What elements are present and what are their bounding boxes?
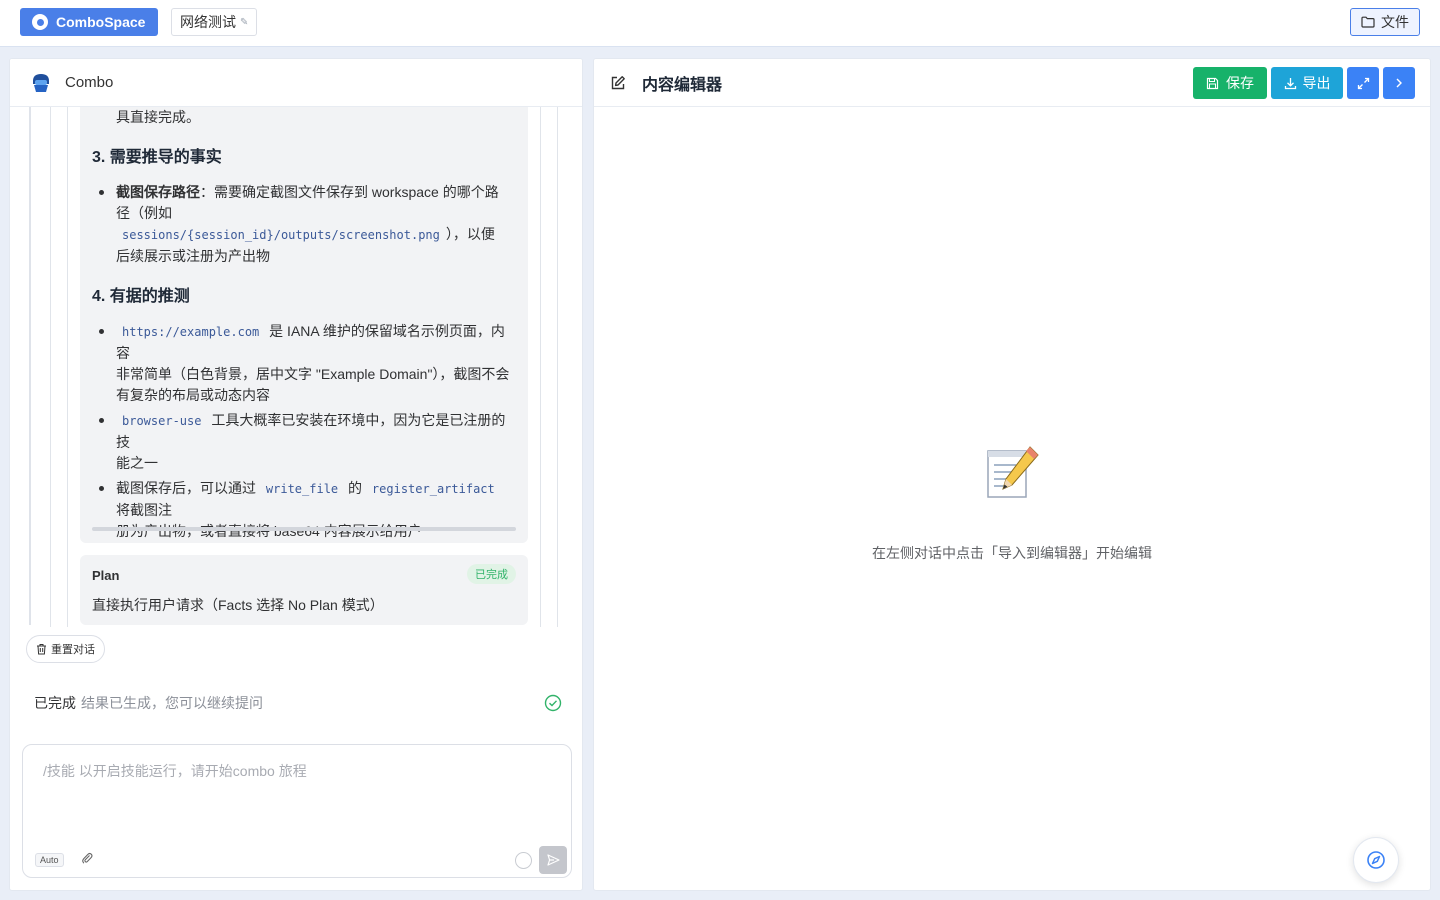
scroll-divider [92, 527, 516, 531]
send-icon [546, 854, 560, 866]
message-composer: Auto [22, 744, 572, 878]
reset-label: 重置对话 [51, 644, 95, 656]
save-label: 保存 [1226, 75, 1254, 91]
export-label: 导出 [1302, 75, 1331, 91]
workspace-brand-button[interactable]: ComboSpace [20, 8, 159, 36]
chat-messages[interactable]: 具直接完成。 3. 需要推导的事实 截图保存路径：需要确定截图文件保存到 wor… [10, 107, 582, 627]
brand-dot-icon [32, 14, 48, 30]
brand-label: ComboSpace [56, 14, 146, 30]
files-label: 文件 [1381, 14, 1409, 30]
send-button[interactable] [539, 846, 567, 874]
folder-icon [1361, 16, 1375, 28]
empty-state-hint: 在左侧对话中点击「导入到编辑器」开始编辑 [872, 545, 1152, 561]
inferences-list: https://example.com 是 IANA 维护的保留域名示例页面，内… [92, 321, 516, 542]
memo-icon [987, 446, 1039, 498]
derived-facts-list: 截图保存路径：需要确定截图文件保存到 workspace 的哪个路 径（例如 s… [92, 182, 516, 267]
collapse-panel-button[interactable] [1383, 67, 1415, 99]
combo-logo-icon [33, 73, 49, 92]
session-name-label: 网络测试 [180, 14, 236, 30]
download-icon [1284, 77, 1296, 89]
list-item: 截图保存后，可以通过 write_file 的 register_artifac… [92, 478, 516, 542]
expand-icon [1357, 77, 1369, 89]
navigator-button[interactable] [1353, 837, 1399, 883]
agent-name: Combo [65, 74, 114, 91]
editor-panel: 内容编辑器 保存 导出 在左侧对话中点击「导入到编辑器」开始编辑 [593, 58, 1431, 891]
list-item: 截图保存路径：需要确定截图文件保存到 workspace 的哪个路 径（例如 s… [92, 182, 516, 267]
status-label: 已完成 [34, 695, 76, 711]
mode-selector[interactable]: Auto [35, 853, 64, 867]
files-button[interactable]: 文件 [1350, 8, 1420, 36]
section-heading-inferences: 4. 有据的推测 [92, 288, 190, 305]
paperclip-icon[interactable] [81, 851, 93, 865]
thread-line [29, 107, 31, 625]
status-row: 已完成 结果已生成，您可以继续提问 [34, 693, 562, 713]
fullscreen-button[interactable] [1347, 67, 1379, 99]
plan-title: Plan [92, 568, 120, 583]
trash-icon [37, 644, 46, 655]
message-input[interactable] [23, 745, 571, 840]
status-badge: 已完成 [467, 564, 516, 584]
status-description: 结果已生成，您可以继续提问 [81, 695, 263, 711]
session-name-editor[interactable]: 网络测试 ✎ [171, 8, 258, 36]
chevron-right-icon [1396, 78, 1402, 88]
save-icon [1206, 77, 1219, 89]
section-heading-derived-facts: 3. 需要推导的事实 [92, 149, 222, 166]
edit-icon [611, 75, 625, 89]
plan-section: Plan 已完成 直接执行用户请求（Facts 选择 No Plan 模式） [80, 555, 528, 625]
loading-indicator [515, 852, 532, 869]
pencil-icon: ✎ [240, 16, 249, 28]
editor-title: 内容编辑器 [642, 76, 723, 94]
chat-header: Combo [10, 59, 582, 107]
editor-header: 内容编辑器 保存 导出 [594, 59, 1430, 107]
save-button[interactable]: 保存 [1193, 67, 1267, 99]
compass-icon [1367, 851, 1385, 869]
list-item: https://example.com 是 IANA 维护的保留域名示例页面，内… [92, 321, 516, 406]
reset-conversation-button[interactable]: 重置对话 [26, 635, 105, 663]
check-circle-icon [544, 694, 562, 712]
export-button[interactable]: 导出 [1271, 67, 1343, 99]
top-bar: ComboSpace 网络测试 ✎ 文件 [0, 0, 1440, 47]
chat-panel: Combo 具直接完成。 3. 需要推导的事实 截图保存路径：需要确定截图文件保… [9, 58, 583, 891]
plan-text: 直接执行用户请求（Facts 选择 No Plan 模式） [92, 597, 384, 613]
list-item: browser-use 工具大概率已安装在环境中，因为它是已注册的技 能之一 [92, 410, 516, 474]
facts-tail-line: 具直接完成。 [116, 109, 200, 125]
facts-section: 具直接完成。 3. 需要推导的事实 截图保存路径：需要确定截图文件保存到 wor… [80, 107, 528, 543]
